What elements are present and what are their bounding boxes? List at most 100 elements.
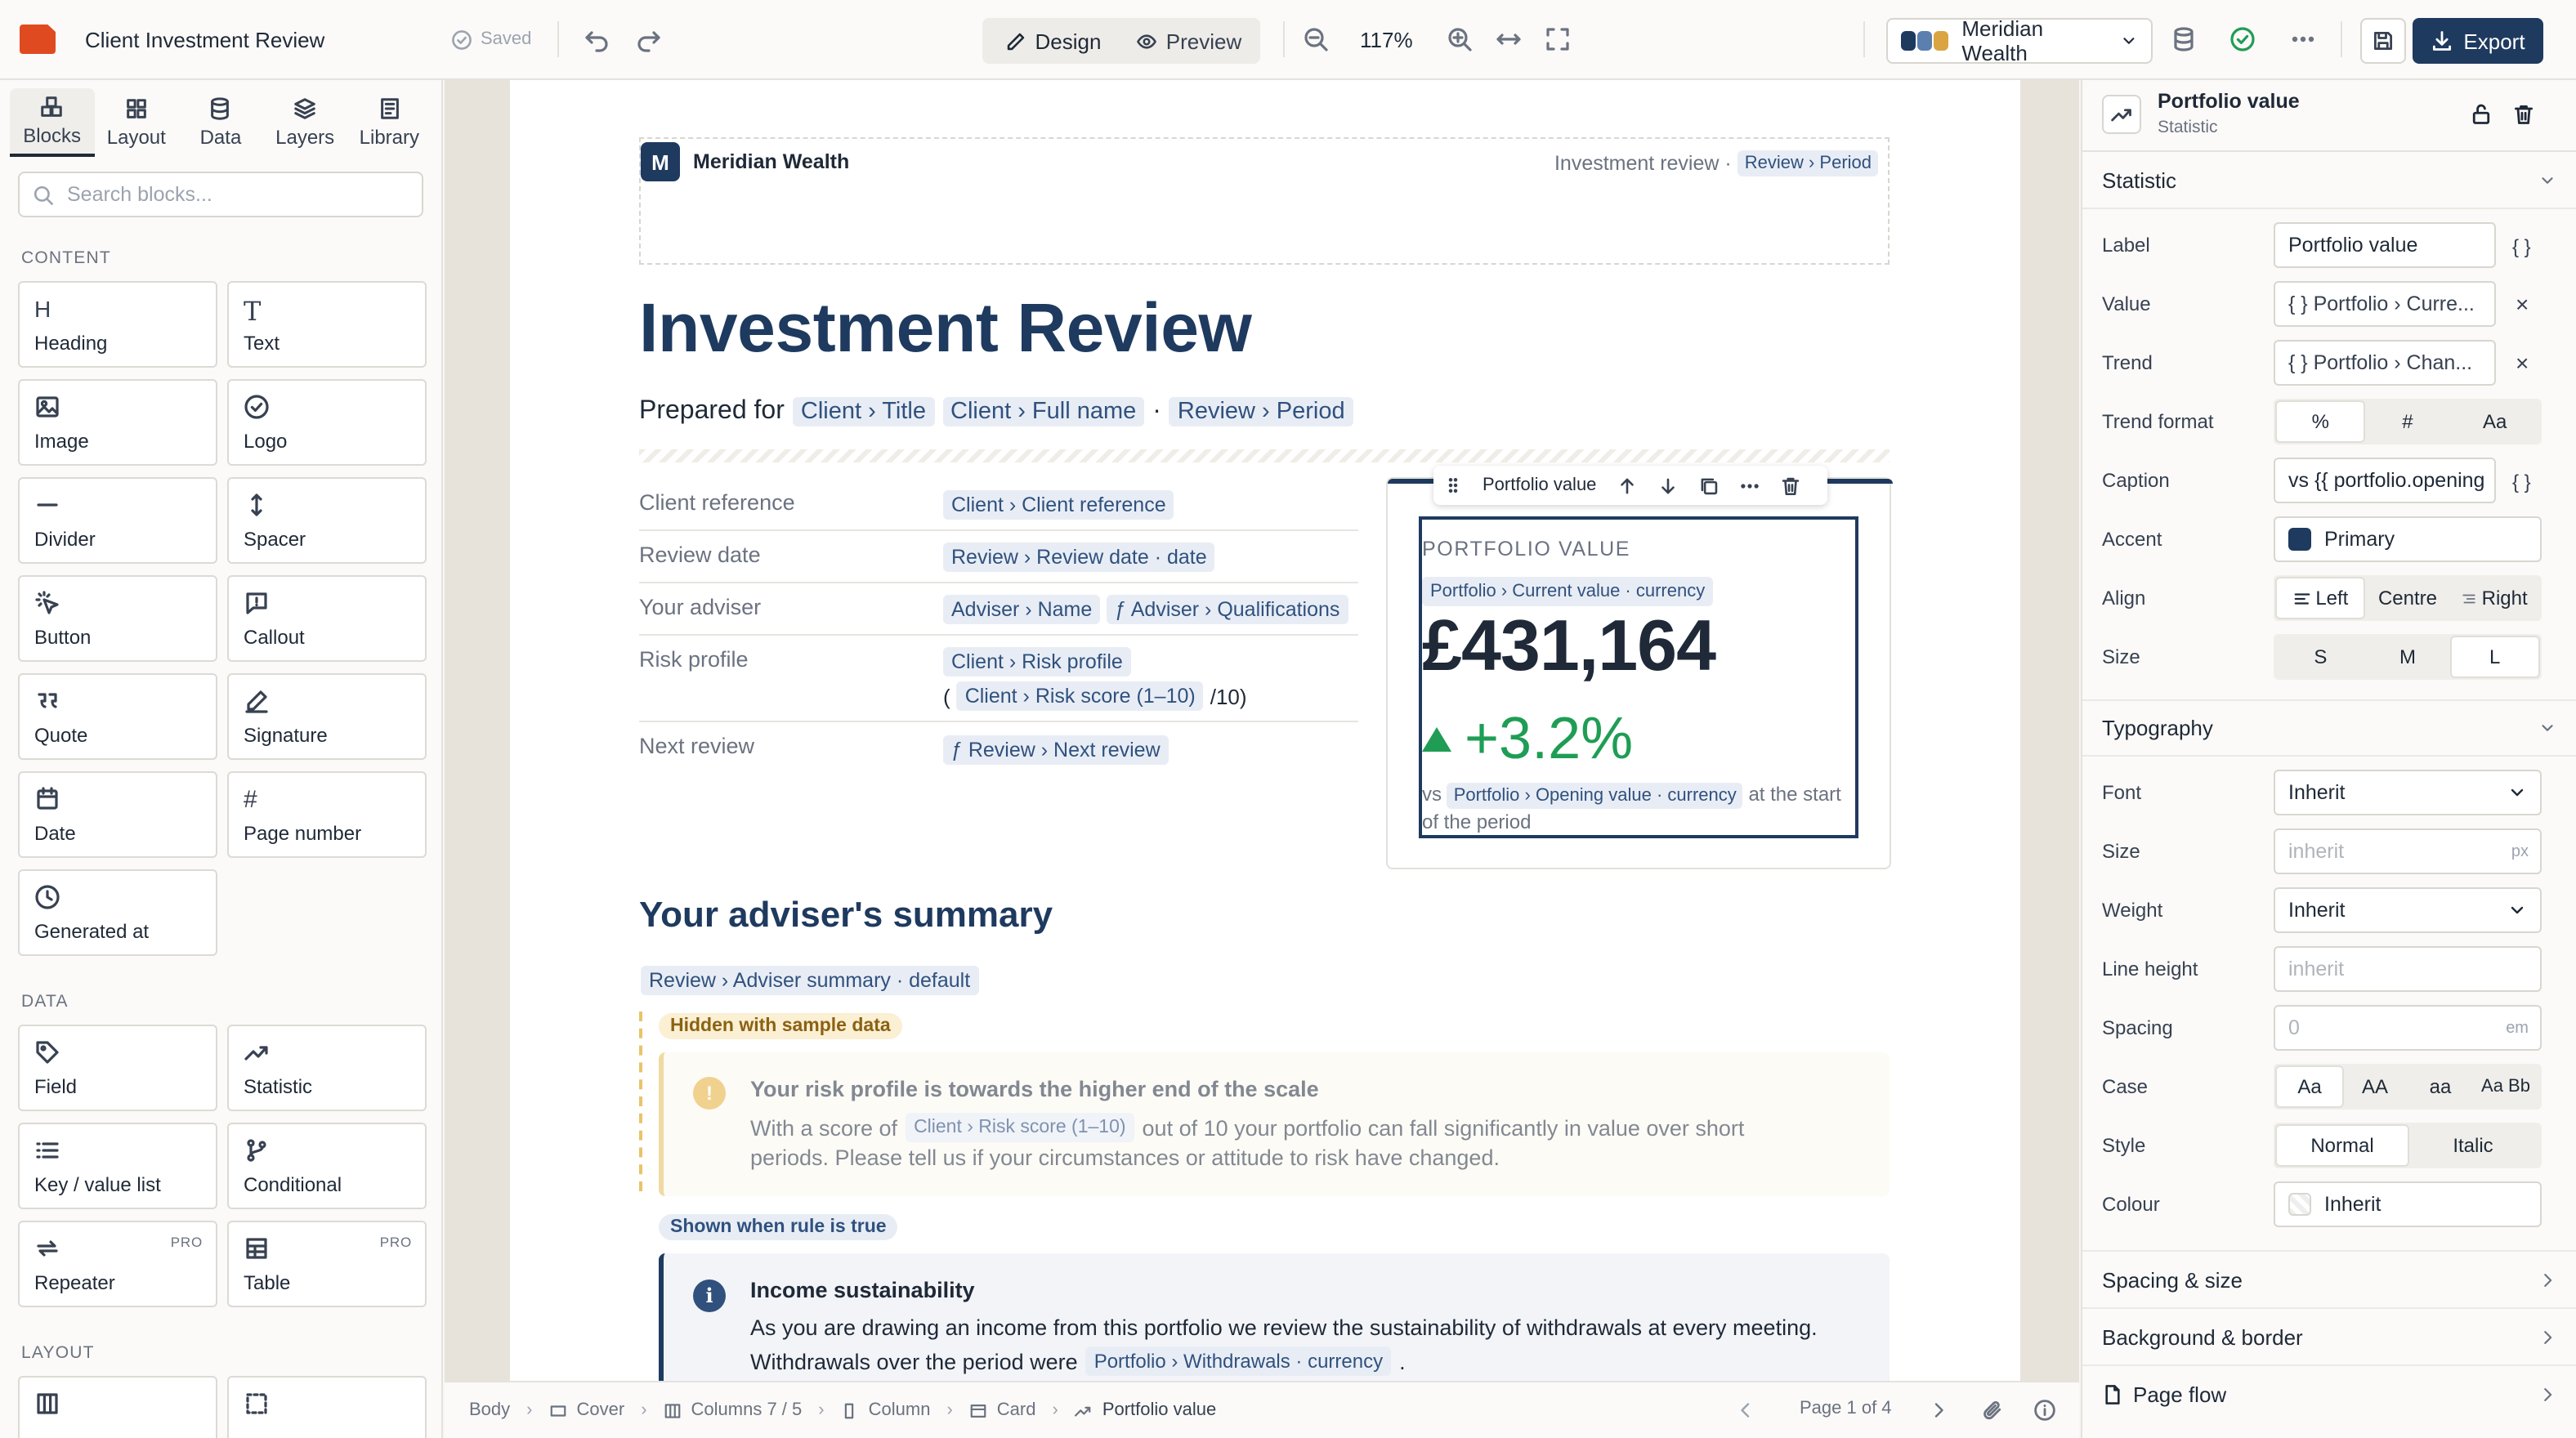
style-italic[interactable]: Italic: [2408, 1126, 2538, 1165]
hidden-rule-tag[interactable]: Hidden with sample data: [659, 1013, 902, 1039]
value-binding-input[interactable]: { } Portfolio › Curre...: [2274, 281, 2496, 327]
export-button[interactable]: Export: [2413, 18, 2543, 64]
zoom-out-button[interactable]: [1303, 26, 1329, 52]
data-source-button[interactable]: [2171, 26, 2197, 52]
tab-library[interactable]: Library: [347, 88, 432, 157]
block-key-value-list[interactable]: Key / value list: [18, 1123, 217, 1209]
label-input[interactable]: Portfolio value: [2274, 222, 2496, 268]
data-field-chip[interactable]: Client › Client reference: [943, 490, 1174, 520]
case-title[interactable]: Aa Bb: [2473, 1067, 2538, 1106]
block-repeater[interactable]: PRO Repeater: [18, 1221, 217, 1307]
data-field-chip[interactable]: Review › Adviser summary · default: [641, 966, 979, 995]
paperclip-icon[interactable]: [1981, 1399, 2004, 1422]
block-container[interactable]: [227, 1376, 427, 1438]
breadcrumb-body[interactable]: Body: [469, 1400, 510, 1420]
data-field-chip[interactable]: Client › Title: [792, 397, 934, 426]
binding-braces-icon[interactable]: { }: [2512, 235, 2531, 258]
breadcrumb-card[interactable]: Card: [997, 1400, 1036, 1420]
document-title[interactable]: Client Investment Review: [85, 27, 324, 51]
drag-handle-icon[interactable]: [1443, 476, 1463, 495]
data-field-chip[interactable]: Review › Period: [1737, 150, 1878, 176]
next-page-icon[interactable]: [1929, 1400, 1948, 1420]
more-options-button[interactable]: [2290, 26, 2316, 52]
binding-braces-icon[interactable]: { }: [2512, 471, 2531, 493]
tab-data[interactable]: Data: [178, 88, 262, 157]
document-title-heading[interactable]: Investment Review: [639, 289, 1252, 368]
background-border-section[interactable]: Background & border: [2082, 1307, 2576, 1364]
shown-rule-tag[interactable]: Shown when rule is true: [659, 1214, 898, 1240]
page-header[interactable]: M Meridian Wealth Investment review · Re…: [639, 137, 1890, 265]
statistic-section-header[interactable]: Statistic: [2082, 152, 2576, 209]
accent-select[interactable]: Primary: [2274, 516, 2542, 562]
trend-format-text[interactable]: Aa: [2451, 402, 2538, 441]
block-field[interactable]: Field: [18, 1025, 217, 1111]
style-normal[interactable]: Normal: [2277, 1126, 2408, 1165]
trash-icon[interactable]: [1779, 475, 1800, 496]
tab-blocks[interactable]: Blocks: [10, 88, 95, 157]
trash-icon[interactable]: [2512, 103, 2535, 126]
align-right[interactable]: Right: [2451, 578, 2538, 618]
align-left[interactable]: Left: [2277, 578, 2364, 618]
block-image[interactable]: Image: [18, 379, 217, 466]
data-field-chip[interactable]: Review › Period: [1169, 397, 1353, 426]
text-size-input[interactable]: inherit px: [2274, 828, 2542, 874]
data-field-chip[interactable]: Client › Full name: [942, 397, 1145, 426]
data-field-chip[interactable]: Portfolio › Opening value · currency: [1447, 783, 1743, 809]
zoom-level[interactable]: 117%: [1360, 28, 1413, 52]
case-upper[interactable]: AA: [2342, 1067, 2408, 1106]
breadcrumb-column[interactable]: Column: [869, 1400, 931, 1420]
trend-format-percent[interactable]: %: [2277, 402, 2364, 441]
case-lower[interactable]: aa: [2408, 1067, 2473, 1106]
size-s[interactable]: S: [2277, 637, 2364, 677]
data-field-chip[interactable]: Portfolio › Current value · currency: [1422, 577, 1714, 606]
app-logo[interactable]: [20, 25, 56, 54]
block-signature[interactable]: Signature: [227, 673, 427, 760]
block-spacer[interactable]: Spacer: [227, 477, 427, 564]
weight-select[interactable]: Inherit: [2274, 887, 2542, 933]
block-conditional[interactable]: Conditional: [227, 1123, 427, 1209]
data-field-chip[interactable]: Adviser › Name: [943, 595, 1101, 624]
letter-spacing-input[interactable]: 0 em: [2274, 1005, 2542, 1051]
info-icon[interactable]: [2033, 1399, 2056, 1422]
tab-layout[interactable]: Layout: [94, 88, 178, 157]
typography-section-header[interactable]: Typography: [2082, 699, 2576, 757]
portfolio-value-statistic[interactable]: PORTFOLIO VALUE Portfolio › Current valu…: [1419, 516, 1858, 838]
breadcrumb-columns[interactable]: Columns 7 / 5: [691, 1400, 803, 1420]
trend-format-number[interactable]: #: [2364, 402, 2452, 441]
previous-page-icon[interactable]: [1736, 1400, 1755, 1420]
block-search-input[interactable]: Search blocks...: [18, 172, 423, 217]
save-button[interactable]: [2360, 18, 2406, 64]
line-height-input[interactable]: inherit: [2274, 946, 2542, 992]
block-divider[interactable]: Divider: [18, 477, 217, 564]
unlock-icon[interactable]: [2470, 103, 2493, 126]
more-horizontal-icon[interactable]: [1738, 475, 1760, 496]
case-sentence[interactable]: Aa: [2277, 1067, 2342, 1106]
arrow-down-icon[interactable]: [1657, 475, 1678, 496]
income-callout[interactable]: i Income sustainability As you are drawi…: [659, 1253, 1890, 1381]
block-callout[interactable]: Callout: [227, 575, 427, 662]
data-field-chip[interactable]: Client › Risk score (1–10): [956, 681, 1204, 711]
fit-width-button[interactable]: [1496, 26, 1522, 52]
colour-select[interactable]: Inherit: [2274, 1181, 2542, 1227]
formula-field-chip[interactable]: ƒ Adviser › Qualifications: [1107, 595, 1348, 624]
data-field-chip[interactable]: Client › Risk score (1–10): [906, 1113, 1134, 1142]
block-page-number[interactable]: # Page number: [227, 771, 427, 858]
breadcrumb-portfolio-value[interactable]: Portfolio value: [1102, 1400, 1216, 1420]
block-generated-at[interactable]: Generated at: [18, 869, 217, 956]
duplicate-icon[interactable]: [1697, 475, 1719, 496]
summary-heading[interactable]: Your adviser's summary: [639, 894, 1053, 936]
block-table[interactable]: PRO Table: [227, 1221, 427, 1307]
size-m[interactable]: M: [2364, 637, 2452, 677]
page-flow-section[interactable]: Page flow: [2082, 1364, 2576, 1422]
redo-button[interactable]: [636, 26, 662, 52]
design-mode-button[interactable]: Design: [986, 21, 1121, 60]
block-text[interactable]: T Text: [227, 281, 427, 368]
zoom-in-button[interactable]: [1447, 26, 1473, 52]
font-select[interactable]: Inherit: [2274, 770, 2542, 815]
block-columns[interactable]: [18, 1376, 217, 1438]
key-value-list[interactable]: Client reference Client › Client referen…: [639, 479, 1358, 775]
data-field-chip[interactable]: Review › Review date · date: [943, 543, 1215, 572]
block-date[interactable]: Date: [18, 771, 217, 858]
fullscreen-button[interactable]: [1545, 26, 1571, 52]
validation-status-button[interactable]: [2229, 26, 2256, 52]
